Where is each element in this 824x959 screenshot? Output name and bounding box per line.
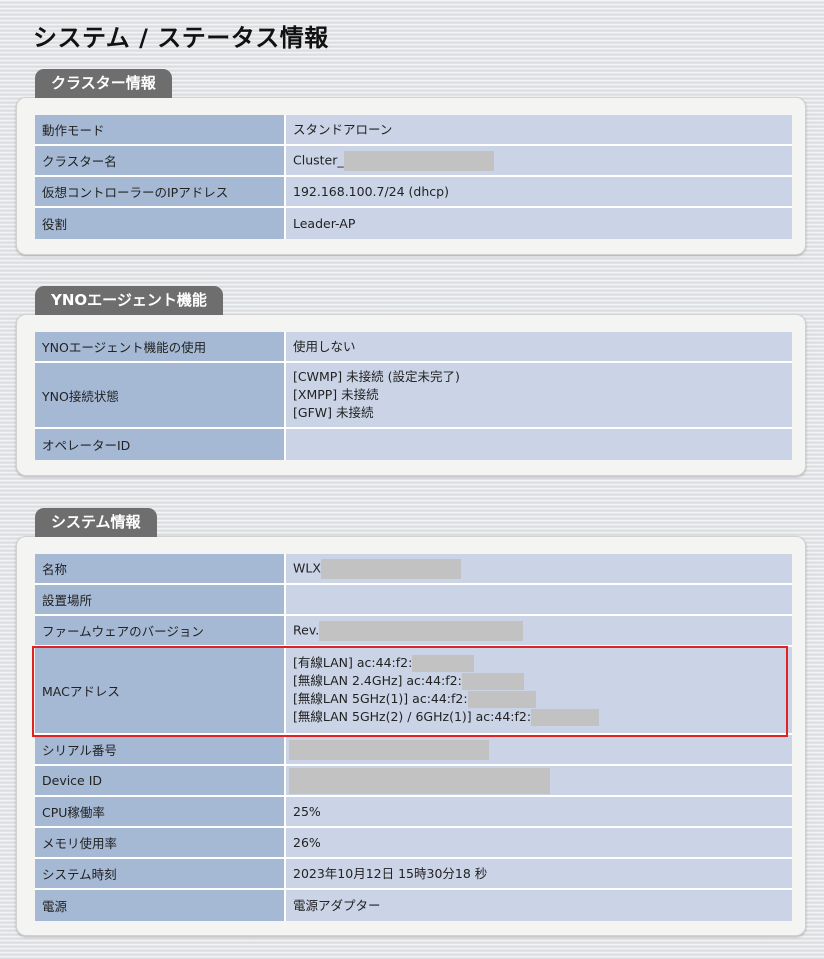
row-value: スタンドアローン (284, 115, 792, 146)
yno-table: YNOエージェント機能の使用 使用しない YNO接続状態 [CWMP] 未接続 … (35, 332, 792, 460)
row-label: クラスター名 (35, 146, 284, 177)
row-value: Cluster_ (284, 146, 792, 177)
row-label: CPU稼働率 (35, 797, 284, 828)
mac-line: [無線LAN 5GHz(2) / 6GHz(1)] ac:44:f2: (293, 708, 791, 726)
row-label: システム時刻 (35, 859, 284, 890)
row-label: ファームウェアのバージョン (35, 616, 284, 647)
row-label: 設置場所 (35, 585, 284, 616)
cluster-name-prefix: Cluster_ (293, 152, 344, 167)
row-label: シリアル番号 (35, 735, 284, 766)
table-row: YNO接続状態 [CWMP] 未接続 (設定未完了) [XMPP] 未接続 [G… (35, 363, 792, 429)
cluster-table: 動作モード スタンドアローン クラスター名 Cluster_ 仮想コントローラー… (35, 115, 792, 239)
table-row: オペレーターID (35, 429, 792, 460)
table-row: Device ID (35, 766, 792, 797)
mac-line: [無線LAN 2.4GHz] ac:44:f2: (293, 672, 791, 690)
device-name-prefix: WLX (293, 560, 321, 575)
row-label: YNOエージェント機能の使用 (35, 332, 284, 363)
firmware-prefix: Rev. (293, 622, 320, 637)
mac-line: [有線LAN] ac:44:f2: (293, 654, 791, 672)
table-row: メモリ使用率 26% (35, 828, 792, 859)
table-row: シリアル番号 (35, 735, 792, 766)
row-value: Rev. (284, 616, 792, 647)
row-value: [CWMP] 未接続 (設定未完了) [XMPP] 未接続 [GFW] 未接続 (284, 363, 792, 429)
row-value: WLX (284, 554, 792, 585)
redacted-block (320, 558, 461, 579)
yno-panel: YNOエージェント機能の使用 使用しない YNO接続状態 [CWMP] 未接続 … (16, 314, 806, 476)
table-row: YNOエージェント機能の使用 使用しない (35, 332, 792, 363)
redacted-block (467, 691, 536, 708)
table-row: 仮想コントローラーのIPアドレス 192.168.100.7/24 (dhcp) (35, 177, 792, 208)
table-row: 設置場所 (35, 585, 792, 616)
system-table: 名称 WLX 設置場所 ファームウェアのバージョン Rev. MACアドレス [… (35, 554, 792, 921)
system-panel: 名称 WLX 設置場所 ファームウェアのバージョン Rev. MACアドレス [… (16, 536, 806, 936)
row-value: [有線LAN] ac:44:f2: [無線LAN 2.4GHz] ac:44:f… (284, 647, 792, 735)
redacted-block (461, 673, 524, 690)
row-label: Device ID (35, 766, 284, 797)
redacted-block (289, 739, 489, 760)
table-row: システム時刻 2023年10月12日 15時30分18 秒 (35, 859, 792, 890)
table-row: クラスター名 Cluster_ (35, 146, 792, 177)
table-row: CPU稼働率 25% (35, 797, 792, 828)
yno-tab: YNOエージェント機能 (35, 286, 223, 315)
table-row: ファームウェアのバージョン Rev. (35, 616, 792, 647)
row-label: YNO接続状態 (35, 363, 284, 429)
row-label: MACアドレス (35, 647, 284, 735)
row-label: 名称 (35, 554, 284, 585)
table-row: MACアドレス [有線LAN] ac:44:f2: [無線LAN 2.4GHz]… (35, 647, 792, 735)
row-value: 使用しない (284, 332, 792, 363)
row-value: 2023年10月12日 15時30分18 秒 (284, 859, 792, 890)
status-line: [XMPP] 未接続 (293, 387, 379, 402)
redacted-block (412, 655, 475, 672)
status-line: [CWMP] 未接続 (設定未完了) (293, 369, 460, 384)
page-title: システム / ステータス情報 (33, 24, 329, 52)
cluster-tab: クラスター情報 (35, 69, 172, 98)
redacted-block (319, 620, 524, 641)
redacted-block (343, 150, 494, 171)
table-row: 動作モード スタンドアローン (35, 115, 792, 146)
cluster-panel: 動作モード スタンドアローン クラスター名 Cluster_ 仮想コントローラー… (16, 97, 806, 255)
row-label: メモリ使用率 (35, 828, 284, 859)
row-value (284, 766, 792, 797)
table-row: 名称 WLX (35, 554, 792, 585)
row-value: Leader-AP (284, 208, 792, 239)
row-value: 192.168.100.7/24 (dhcp) (284, 177, 792, 208)
row-label: 動作モード (35, 115, 284, 146)
row-value: 25% (284, 797, 792, 828)
redacted-block (531, 709, 600, 726)
mac-line: [無線LAN 5GHz(1)] ac:44:f2: (293, 690, 791, 708)
row-label: 電源 (35, 890, 284, 921)
table-row: 電源 電源アダプター (35, 890, 792, 921)
redacted-block (289, 767, 550, 794)
row-value: 26% (284, 828, 792, 859)
table-row: 役割 Leader-AP (35, 208, 792, 239)
system-tab: システム情報 (35, 508, 157, 537)
row-value: 電源アダプター (284, 890, 792, 921)
row-label: オペレーターID (35, 429, 284, 460)
row-label: 仮想コントローラーのIPアドレス (35, 177, 284, 208)
row-value (284, 585, 792, 616)
row-value (284, 735, 792, 766)
row-label: 役割 (35, 208, 284, 239)
status-line: [GFW] 未接続 (293, 405, 374, 420)
row-value (284, 429, 792, 460)
